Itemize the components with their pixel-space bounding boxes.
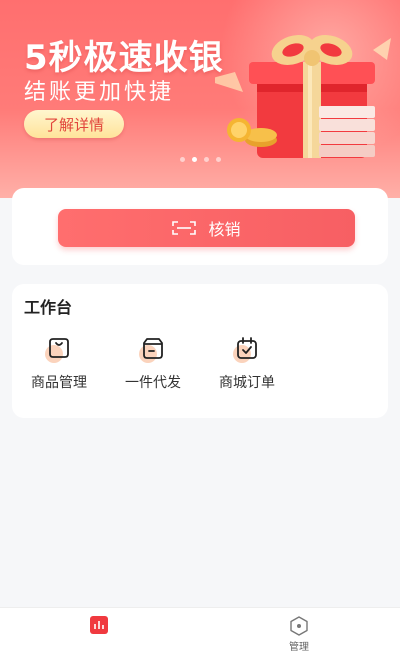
app-screen: 5秒极速收银 结账更加快捷 了解详情 核销 工作台 商品管理 一件代发 商城订单… [0,0,400,655]
carousel-dot-active[interactable] [191,157,197,162]
tool-label: 一件代发 [125,375,181,391]
verify-button[interactable]: 核销 [58,209,355,247]
carousel-indicator[interactable] [0,157,400,165]
carousel-dot[interactable] [203,157,209,162]
tool-product-management[interactable]: 商品管理 [19,334,99,394]
tool-label: 商城订单 [219,375,275,391]
verify-card: 核销 [12,188,388,265]
carousel-dot[interactable] [215,157,221,162]
carousel-dot[interactable] [179,157,185,162]
promo-banner[interactable]: 5秒极速收银 结账更加快捷 了解详情 [0,0,400,198]
workbench-panel: 工作台 商品管理 一件代发 商城订单 [12,284,388,418]
hexagon-settings-icon [290,616,308,636]
gift-box-illustration [215,35,391,158]
calendar-check-icon [233,337,257,363]
bottom-navigation: 管理 [0,607,400,655]
dashboard-chart-icon [90,616,108,634]
product-bag-icon [45,338,69,363]
banner-title: 5秒极速收银 [24,38,224,78]
tool-dropship[interactable]: 一件代发 [113,334,193,394]
verify-label: 核销 [208,220,241,239]
learn-more-button[interactable]: 了解详情 [24,110,124,138]
dropship-box-icon [139,338,163,363]
tool-label: 商品管理 [31,375,87,391]
scan-icon [172,221,197,235]
banner-subtitle: 结账更加快捷 [24,80,175,105]
tool-mall-orders[interactable]: 商城订单 [207,334,287,394]
nav-item-dashboard[interactable] [69,616,129,655]
nav-label: 管理 [289,642,309,653]
nav-item-manage[interactable]: 管理 [269,616,329,655]
workbench-title: 工作台 [24,298,73,317]
